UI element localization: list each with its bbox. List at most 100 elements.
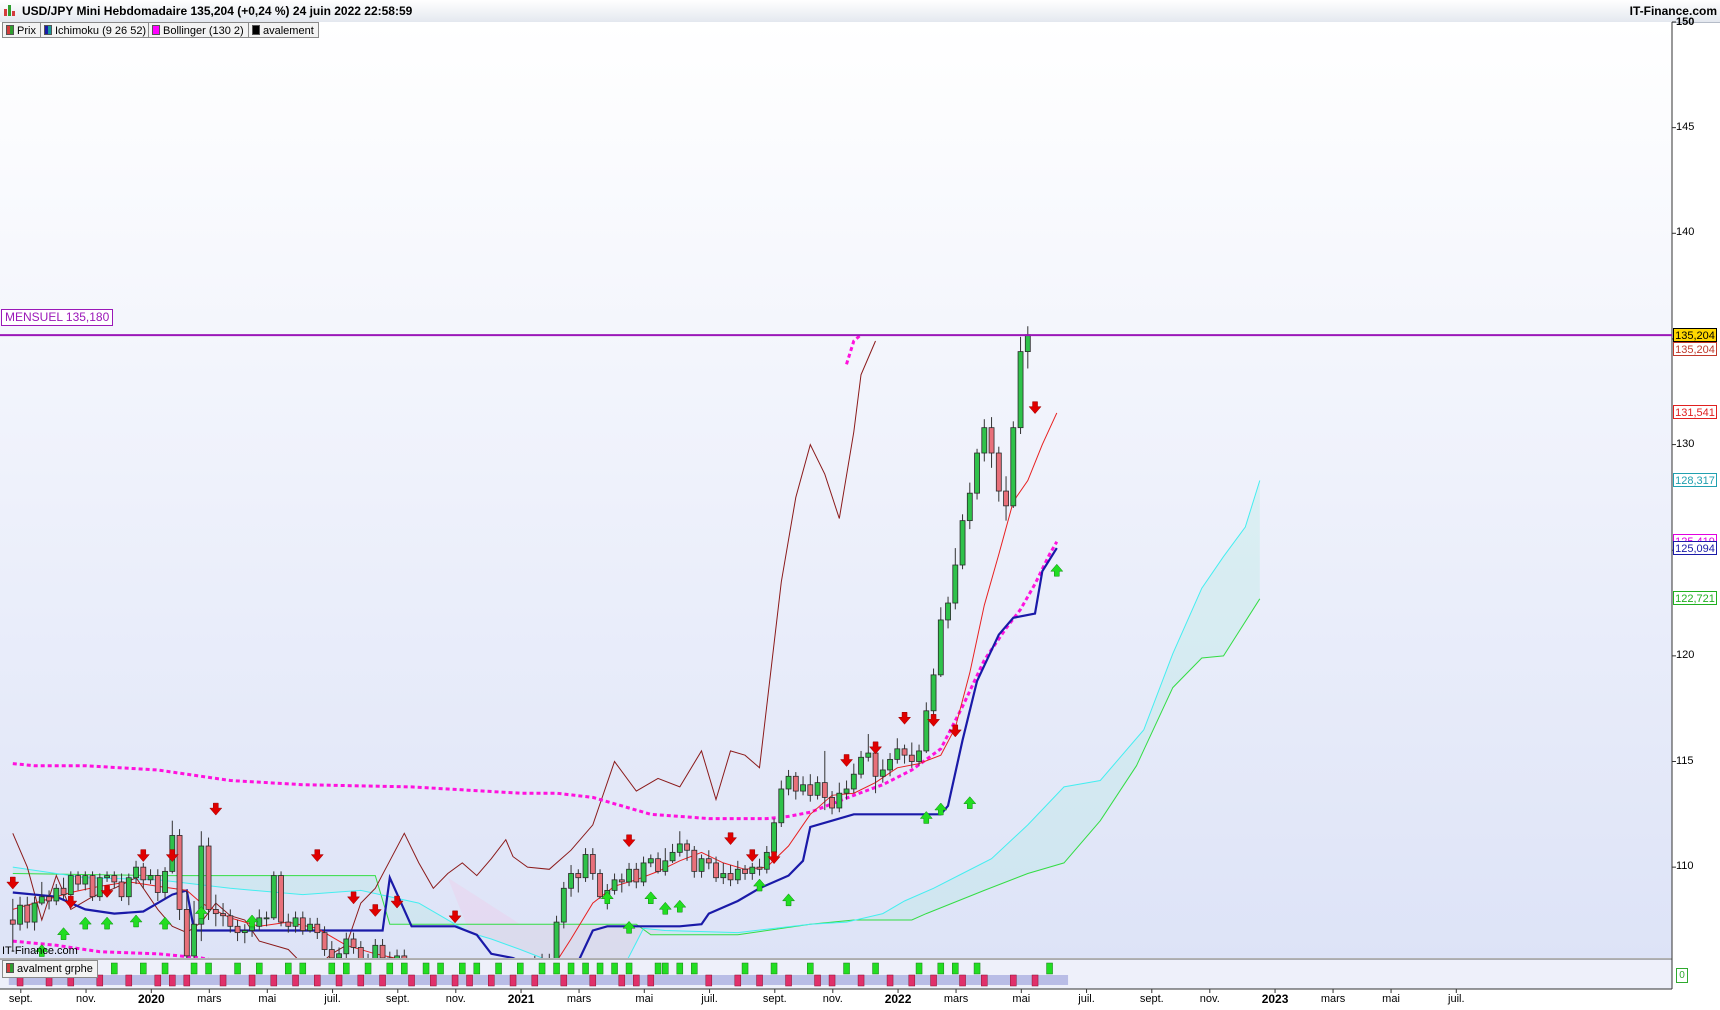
candle-body — [894, 748, 901, 760]
sub-bar-bearish — [466, 974, 473, 987]
price-chart — [0, 21, 1676, 1010]
candle-body — [75, 875, 81, 885]
candle-body — [38, 896, 45, 904]
sub-bar-bearish — [314, 974, 321, 987]
candle-body — [234, 925, 241, 934]
sub-bar-bullish — [299, 962, 307, 975]
sub-bar-bearish — [560, 974, 568, 987]
candle-body — [82, 875, 89, 885]
candle-bearish — [467, 990, 472, 1010]
candle-body — [749, 866, 756, 874]
candle-body — [930, 674, 937, 712]
candle-body — [321, 932, 328, 950]
candle-body — [916, 750, 922, 762]
candle-body — [662, 860, 669, 872]
price-tag: 122,721 — [1673, 591, 1717, 606]
candle-body — [278, 875, 284, 923]
candle-body — [778, 788, 785, 824]
legend-item-bollinger[interactable]: Bollinger (130 2) — [148, 22, 249, 38]
y-tick-label: 130 — [1676, 437, 1695, 450]
candle-bullish — [553, 915, 560, 958]
sub-indicator-label: avalment grphe — [17, 963, 93, 975]
legend-label: Bollinger (130 2) — [163, 25, 244, 37]
candle-body — [140, 866, 147, 881]
sub-bar-bullish — [654, 962, 662, 975]
x-tick-label: mars — [566, 993, 592, 1005]
sub-bar-bullish — [205, 962, 212, 975]
price-tag: 128,317 — [1673, 473, 1717, 488]
legend-swatch-icon — [252, 25, 260, 35]
legend-swatch-icon — [6, 25, 14, 35]
monthly-level-label[interactable]: MENSUEL 135,180 — [1, 309, 114, 326]
sub-bar-bearish — [589, 974, 597, 987]
sub-bar-bearish — [451, 974, 459, 987]
candle-body — [952, 564, 959, 604]
candle-body — [807, 784, 814, 796]
sub-bar-bullish — [140, 962, 147, 975]
candle-body — [285, 921, 292, 927]
candle-body — [597, 873, 603, 898]
y-tick-label: 115 — [1676, 754, 1694, 767]
x-tick-label: sept. — [8, 993, 33, 1005]
candle-body — [879, 769, 886, 777]
candle-body — [720, 873, 727, 879]
sub-bar-bullish — [364, 962, 372, 975]
candle-body — [125, 877, 132, 898]
sub-bar-bearish — [647, 974, 655, 987]
candle-body — [1003, 490, 1009, 507]
candle-body — [684, 843, 690, 851]
legend-label: Prix — [17, 25, 36, 37]
candle-body — [372, 944, 379, 958]
candle-body — [850, 773, 857, 790]
legend-item-prix[interactable]: Prix — [2, 22, 41, 38]
sub-bar-bullish — [582, 962, 589, 975]
sub-bar-bullish — [422, 962, 430, 975]
x-tick-label: juil. — [1078, 993, 1095, 1005]
candle-body — [568, 873, 574, 889]
candle-body — [220, 913, 226, 917]
candle-body — [923, 710, 930, 752]
candle-bullish — [771, 818, 777, 855]
candle-body — [60, 887, 67, 896]
candle-bullish — [1010, 421, 1017, 508]
candle-body — [227, 915, 234, 927]
x-tick-label: 2023 — [1261, 992, 1289, 1006]
candle-body — [438, 992, 443, 996]
x-tick-label: 2022 — [884, 992, 912, 1006]
sub-bar-bullish — [872, 962, 879, 975]
sub-bar-bullish — [161, 962, 169, 975]
legend-item-avalement[interactable]: avalement — [248, 22, 319, 38]
y-tick-label: 140 — [1676, 226, 1695, 239]
candle-body — [626, 868, 632, 883]
candle-body — [937, 619, 944, 676]
candle-body — [111, 875, 118, 883]
candle-body — [53, 887, 60, 902]
sub-indicator-legend[interactable]: avalment grphe — [2, 960, 98, 978]
candle-bullish — [930, 668, 937, 716]
candle-bullish — [96, 873, 103, 901]
sub-bar-bullish — [459, 962, 466, 975]
candle-body — [829, 797, 835, 809]
y-tick-label: 145 — [1676, 120, 1695, 133]
candle-bullish — [974, 448, 980, 500]
candle-body — [270, 875, 277, 919]
sub-bar-bullish — [473, 962, 481, 975]
x-tick-label: nov. — [445, 993, 466, 1005]
sub-bar-bullish — [538, 962, 546, 975]
candle-body — [314, 923, 321, 934]
candle-bearish — [482, 988, 487, 1010]
candle-bearish — [176, 829, 183, 920]
plot-background — [0, 22, 1672, 958]
price-tag: 135,204 — [1673, 327, 1717, 342]
candle-body — [589, 854, 596, 874]
candle-body — [9, 919, 16, 925]
candle-body — [836, 792, 843, 809]
sub-bar-bearish — [509, 974, 517, 987]
candle-body — [176, 835, 183, 910]
sub-bar-bullish — [973, 962, 981, 975]
candle-body — [966, 492, 973, 522]
legend-item-ichimoku[interactable]: Ichimoku (9 26 52) — [40, 22, 152, 38]
sub-bar-bullish — [952, 962, 959, 975]
candle-body — [96, 877, 103, 898]
sub-bar-bullish — [611, 962, 618, 975]
